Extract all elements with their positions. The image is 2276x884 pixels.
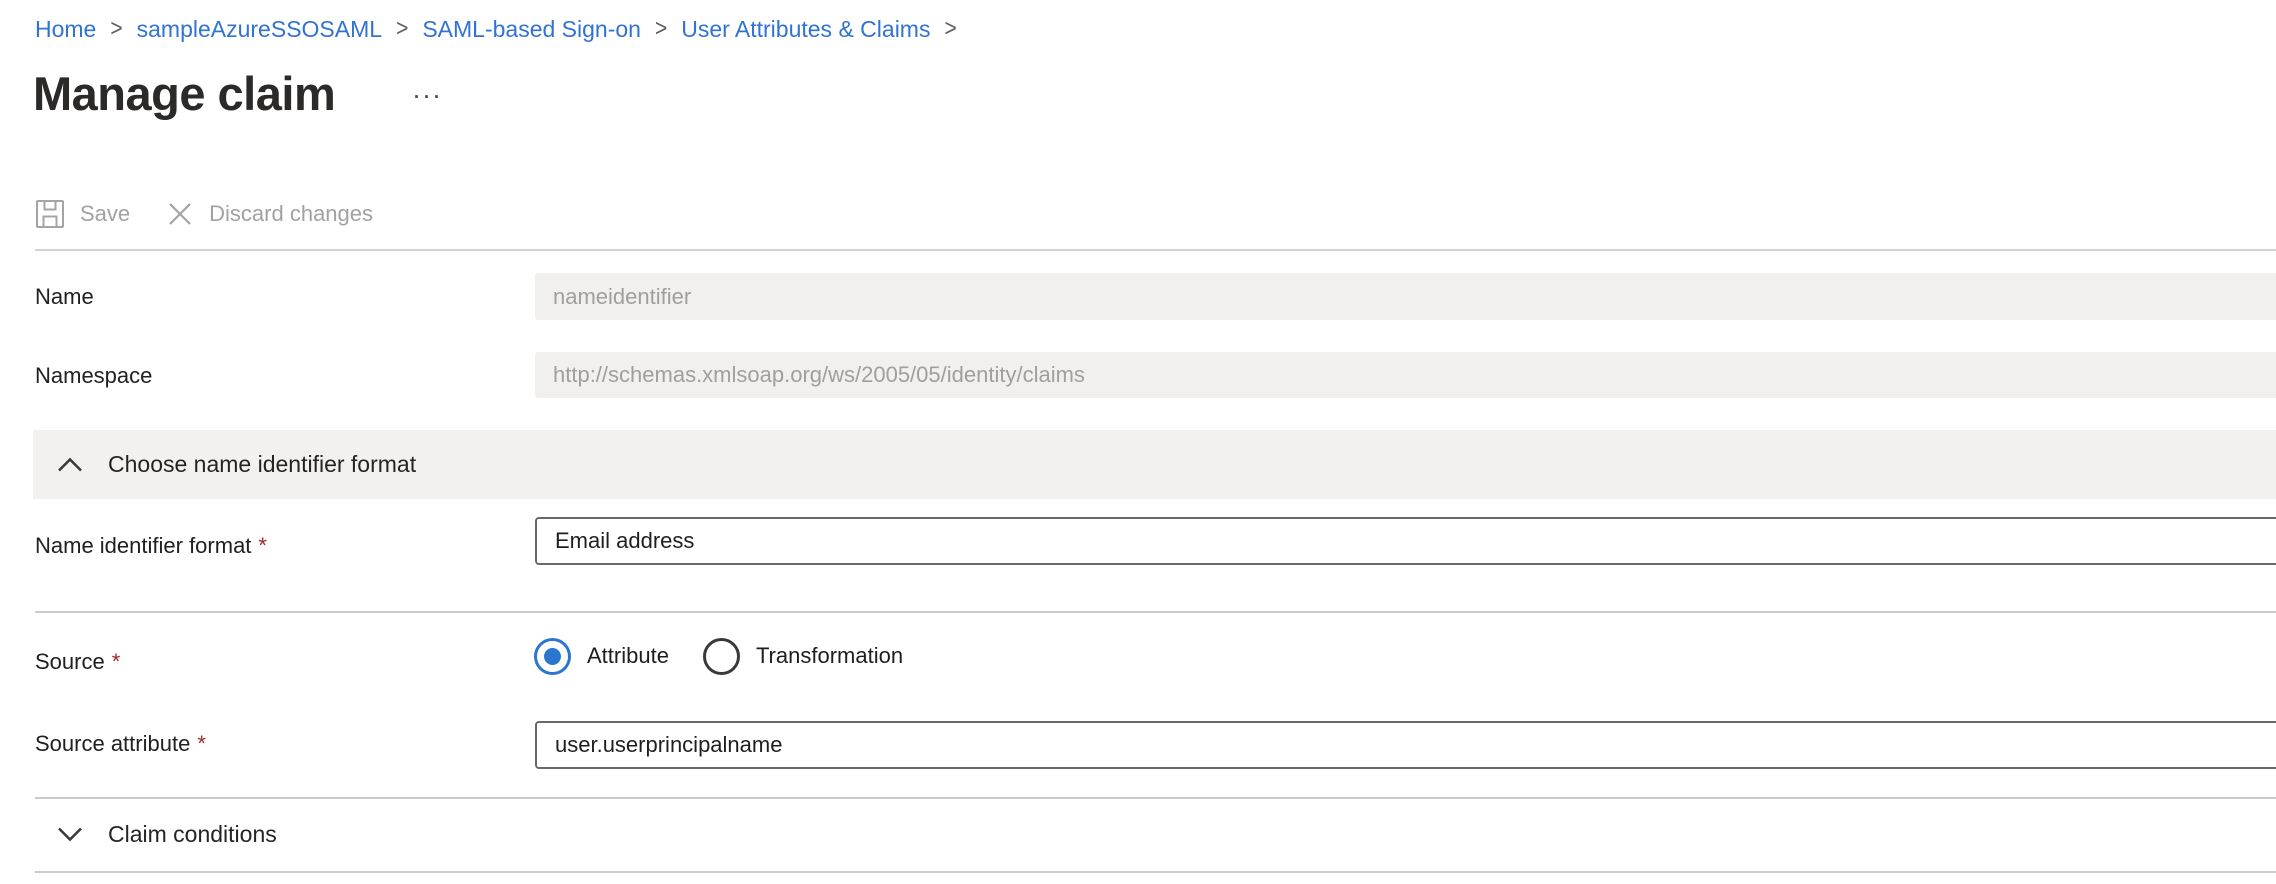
breadcrumb-separator-icon: > [110,15,122,43]
required-asterisk: * [258,533,267,558]
source-attribute-input[interactable]: user.userprincipalname [535,721,2276,769]
name-identifier-format-value: Email address [555,528,694,554]
namespace-input: http://schemas.xmlsoap.org/ws/2005/05/id… [535,352,2276,398]
breadcrumb-separator-icon: > [396,15,408,43]
source-attribute-value: user.userprincipalname [555,732,782,758]
required-asterisk: * [197,731,206,756]
radio-dot [544,648,561,665]
breadcrumb: Home > sampleAzureSSOSAML > SAML-based S… [35,12,971,46]
save-button-label: Save [80,201,130,227]
section-claim-conditions[interactable]: Claim conditions [33,799,2276,869]
breadcrumb-link-home[interactable]: Home [35,16,96,43]
command-bar: Save Discard changes [35,192,373,236]
name-identifier-format-label: Name identifier format* [35,533,267,559]
source-label: Source* [35,649,120,675]
save-button[interactable]: Save [35,199,130,229]
breadcrumb-separator-icon: > [655,15,667,43]
toolbar-divider [35,249,2276,251]
namespace-label: Namespace [35,363,152,389]
discard-changes-label: Discard changes [209,201,373,227]
name-value: nameidentifier [553,284,691,310]
manage-claim-page: Home > sampleAzureSSOSAML > SAML-based S… [0,0,2276,884]
section-title: Choose name identifier format [108,451,416,478]
breadcrumb-link-app[interactable]: sampleAzureSSOSAML [137,16,382,43]
section-title: Claim conditions [108,821,277,848]
close-icon [166,200,194,228]
page-title: Manage claim [33,66,335,121]
divider [35,871,2276,873]
source-radio-group: Attribute Transformation [534,637,937,675]
radio-transformation[interactable] [703,638,740,675]
radio-attribute-label[interactable]: Attribute [587,643,669,669]
section-choose-name-identifier-format[interactable]: Choose name identifier format [33,430,2276,499]
name-identifier-format-select[interactable]: Email address [535,517,2276,565]
breadcrumb-separator-icon: > [944,15,956,43]
discard-changes-button[interactable]: Discard changes [166,200,373,228]
chevron-down-icon [57,826,83,842]
name-input: nameidentifier [535,273,2276,320]
save-icon [35,199,65,229]
divider [35,611,2276,613]
breadcrumb-link-user-attributes-claims[interactable]: User Attributes & Claims [681,16,930,43]
radio-attribute[interactable] [534,638,571,675]
more-options-button[interactable]: ··· [412,80,442,111]
radio-transformation-label[interactable]: Transformation [756,643,903,669]
chevron-up-icon [57,457,83,473]
required-asterisk: * [112,649,121,674]
source-attribute-label: Source attribute* [35,731,206,757]
name-label: Name [35,284,94,310]
breadcrumb-link-saml-signon[interactable]: SAML-based Sign-on [422,16,641,43]
namespace-value: http://schemas.xmlsoap.org/ws/2005/05/id… [553,362,1085,388]
